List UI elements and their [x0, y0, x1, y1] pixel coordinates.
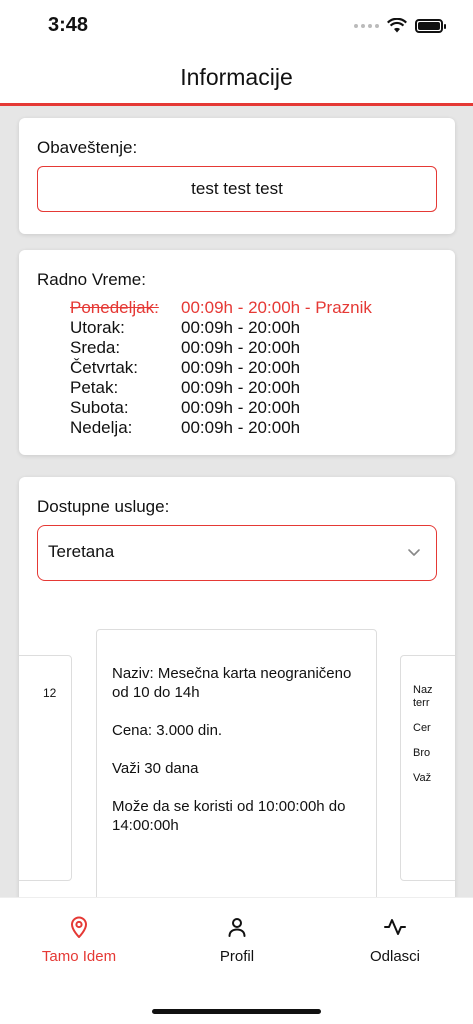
- signal-icon: [354, 23, 379, 28]
- tab-label: Odlasci: [369, 948, 421, 965]
- package-name: Naziv: Mesečna karta neograničeno od 10 …: [112, 665, 352, 701]
- tab-profil[interactable]: Profil: [158, 898, 316, 978]
- package-card-previous[interactable]: 12: [19, 655, 72, 881]
- services-card: Dostupne usluge: Teretana 12 Naziv: Mese…: [19, 477, 455, 897]
- location-pin-icon: [71, 916, 87, 938]
- notice-card: Obaveštenje: test test test: [19, 118, 455, 234]
- hours-time: 00:09h - 20:00h: [181, 358, 301, 377]
- services-label: Dostupne usluge:: [37, 497, 170, 516]
- hours-time: 00:09h - 20:00h - Praznik: [181, 298, 372, 317]
- package-price: Cena: 3.000 din.: [112, 722, 223, 739]
- tab-odlasci[interactable]: Odlasci: [316, 898, 473, 978]
- package-price: Cer: [413, 722, 431, 734]
- hours-row: Četvrtak: 00:09h - 20:00h: [70, 358, 372, 378]
- working-hours-list: Ponedeljak: 00:09h - 20:00h - Praznik Ut…: [70, 298, 372, 438]
- hours-day: Utorak:: [70, 318, 125, 337]
- hours-time: 00:09h - 20:00h: [181, 398, 301, 417]
- hours-day: Ponedeljak:: [70, 298, 159, 317]
- package-count: Bro: [413, 747, 431, 759]
- package-card-next[interactable]: Naz terr Cer Bro Važ: [400, 655, 455, 881]
- service-select-value: Teretana: [48, 542, 115, 561]
- home-indicator: [152, 1009, 321, 1014]
- tab-tamo-idem[interactable]: Tamo Idem: [0, 898, 158, 978]
- tab-bar: Tamo Idem Profil Odlasci: [0, 897, 473, 1024]
- package-name: Naz terr: [413, 684, 433, 709]
- hours-row: Sreda: 00:09h - 20:00h: [70, 338, 372, 358]
- scroll-content[interactable]: Obaveštenje: test test test Radno Vreme:…: [0, 106, 473, 897]
- hours-day: Četvrtak:: [70, 358, 139, 377]
- status-icons: [354, 18, 446, 33]
- person-icon: [228, 918, 246, 937]
- hours-row: Petak: 00:09h - 20:00h: [70, 378, 372, 398]
- chevron-down-icon: [408, 549, 420, 556]
- hours-time: 00:09h - 20:00h: [181, 318, 301, 337]
- notice-label: Obaveštenje:: [37, 138, 138, 157]
- hours-row: Utorak: 00:09h - 20:00h: [70, 318, 372, 338]
- hours-time: 00:09h - 20:00h: [181, 338, 301, 357]
- hours-time: 00:09h - 20:00h: [181, 418, 301, 437]
- hours-day: Nedelja:: [70, 418, 133, 437]
- page-title: Informacije: [180, 64, 293, 90]
- tab-label: Tamo Idem: [41, 948, 117, 965]
- package-validity: Važ: [413, 772, 432, 784]
- package-carousel[interactable]: 12 Naziv: Mesečna karta neograničeno od …: [19, 627, 455, 897]
- activity-icon: [384, 919, 406, 935]
- hours-row: Subota: 00:09h - 20:00h: [70, 398, 372, 418]
- nav-bar: Informacije: [0, 52, 473, 106]
- package-validity: Važi 30 dana: [112, 760, 199, 777]
- package-card-text: 12: [43, 686, 57, 700]
- hours-row-holiday: Ponedeljak: 00:09h - 20:00h - Praznik: [70, 298, 372, 318]
- status-bar: 3:48: [0, 0, 473, 52]
- working-hours-label: Radno Vreme:: [37, 270, 146, 289]
- notice-text: test test test: [37, 166, 437, 212]
- wifi-icon: [387, 18, 407, 33]
- hours-row: Nedelja: 00:09h - 20:00h: [70, 418, 372, 438]
- hours-day: Sreda:: [70, 338, 121, 357]
- working-hours-card: Radno Vreme: Ponedeljak: 00:09h - 20:00h…: [19, 250, 455, 455]
- hours-time: 00:09h - 20:00h: [181, 378, 301, 397]
- package-usage: Može da se koristi od 10:00:00h do 14:00…: [112, 798, 346, 834]
- package-card[interactable]: Naziv: Mesečna karta neograničeno od 10 …: [96, 629, 377, 897]
- service-select[interactable]: Teretana: [37, 525, 437, 581]
- hours-day: Petak:: [70, 378, 119, 397]
- battery-icon: [415, 18, 446, 33]
- hours-day: Subota:: [70, 398, 129, 417]
- tab-label: Profil: [219, 948, 255, 965]
- status-time: 3:48: [48, 14, 89, 36]
